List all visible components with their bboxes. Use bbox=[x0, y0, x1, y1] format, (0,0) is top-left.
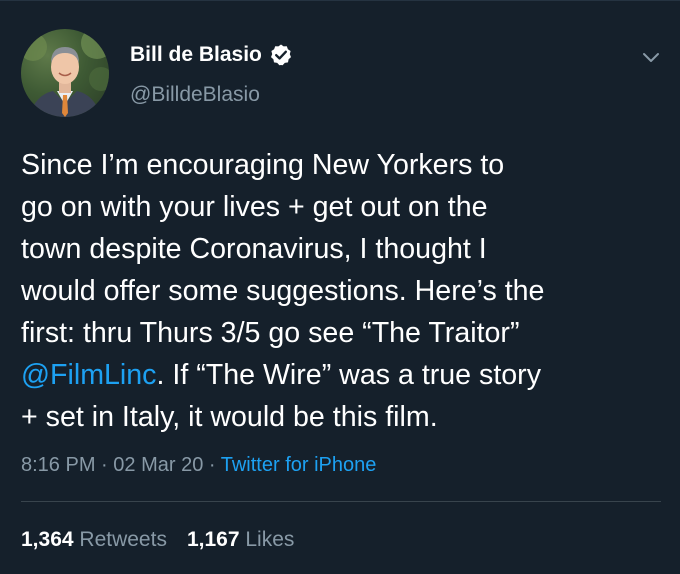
tweet-line: Since I’m encouraging New Yorkers to bbox=[21, 149, 505, 181]
meta-separator: · bbox=[203, 454, 221, 476]
author-name-row[interactable]: Bill de Blasio bbox=[130, 43, 293, 67]
tweet-line: + set in Italy, it would be this film. bbox=[21, 401, 438, 433]
mention-link[interactable]: @FilmLinc bbox=[21, 359, 156, 391]
likes-count: 1,167 bbox=[186, 528, 240, 551]
retweets-label: Retweets bbox=[79, 528, 167, 551]
verified-badge-icon bbox=[269, 43, 293, 67]
tweet-source-link[interactable]: Twitter for iPhone bbox=[221, 454, 377, 476]
tweet-metadata: 8:16 PM · 02 Mar 20 · Twitter for iPhone bbox=[21, 454, 376, 477]
tweet-line: first: thru Thurs 3/5 go see “The Traito… bbox=[21, 317, 520, 349]
divider bbox=[21, 501, 661, 502]
avatar-image bbox=[21, 29, 109, 117]
tweet-date[interactable]: 02 Mar 20 bbox=[113, 454, 203, 476]
avatar[interactable] bbox=[21, 29, 109, 117]
likes-label: Likes bbox=[245, 528, 295, 551]
tweet-line: would offer some suggestions. Here’s the bbox=[21, 275, 545, 307]
display-name[interactable]: Bill de Blasio bbox=[130, 43, 262, 67]
tweet-time[interactable]: 8:16 PM bbox=[21, 454, 95, 476]
retweets-stat[interactable]: 1,364 Retweets bbox=[21, 528, 167, 551]
engagement-stats: 1,364 Retweets 1,167 Likes bbox=[21, 528, 294, 552]
user-handle[interactable]: @BilldeBlasio bbox=[130, 83, 260, 107]
likes-stat[interactable]: 1,167 Likes bbox=[187, 528, 294, 551]
top-border bbox=[0, 0, 680, 1]
tweet-line: @FilmLinc. If “The Wire” was a true stor… bbox=[21, 354, 666, 396]
tweet-line: go on with your lives + get out on the bbox=[21, 191, 488, 223]
tweet-line: town despite Coronavirus, I thought I bbox=[21, 233, 487, 265]
tweet-text: Since I’m encouraging New Yorkers to go … bbox=[21, 144, 666, 438]
chevron-down-icon[interactable] bbox=[640, 46, 662, 68]
retweets-count: 1,364 bbox=[21, 528, 74, 551]
meta-separator: · bbox=[95, 454, 114, 476]
tweet-line-rest: . If “The Wire” was a true story bbox=[156, 359, 541, 391]
